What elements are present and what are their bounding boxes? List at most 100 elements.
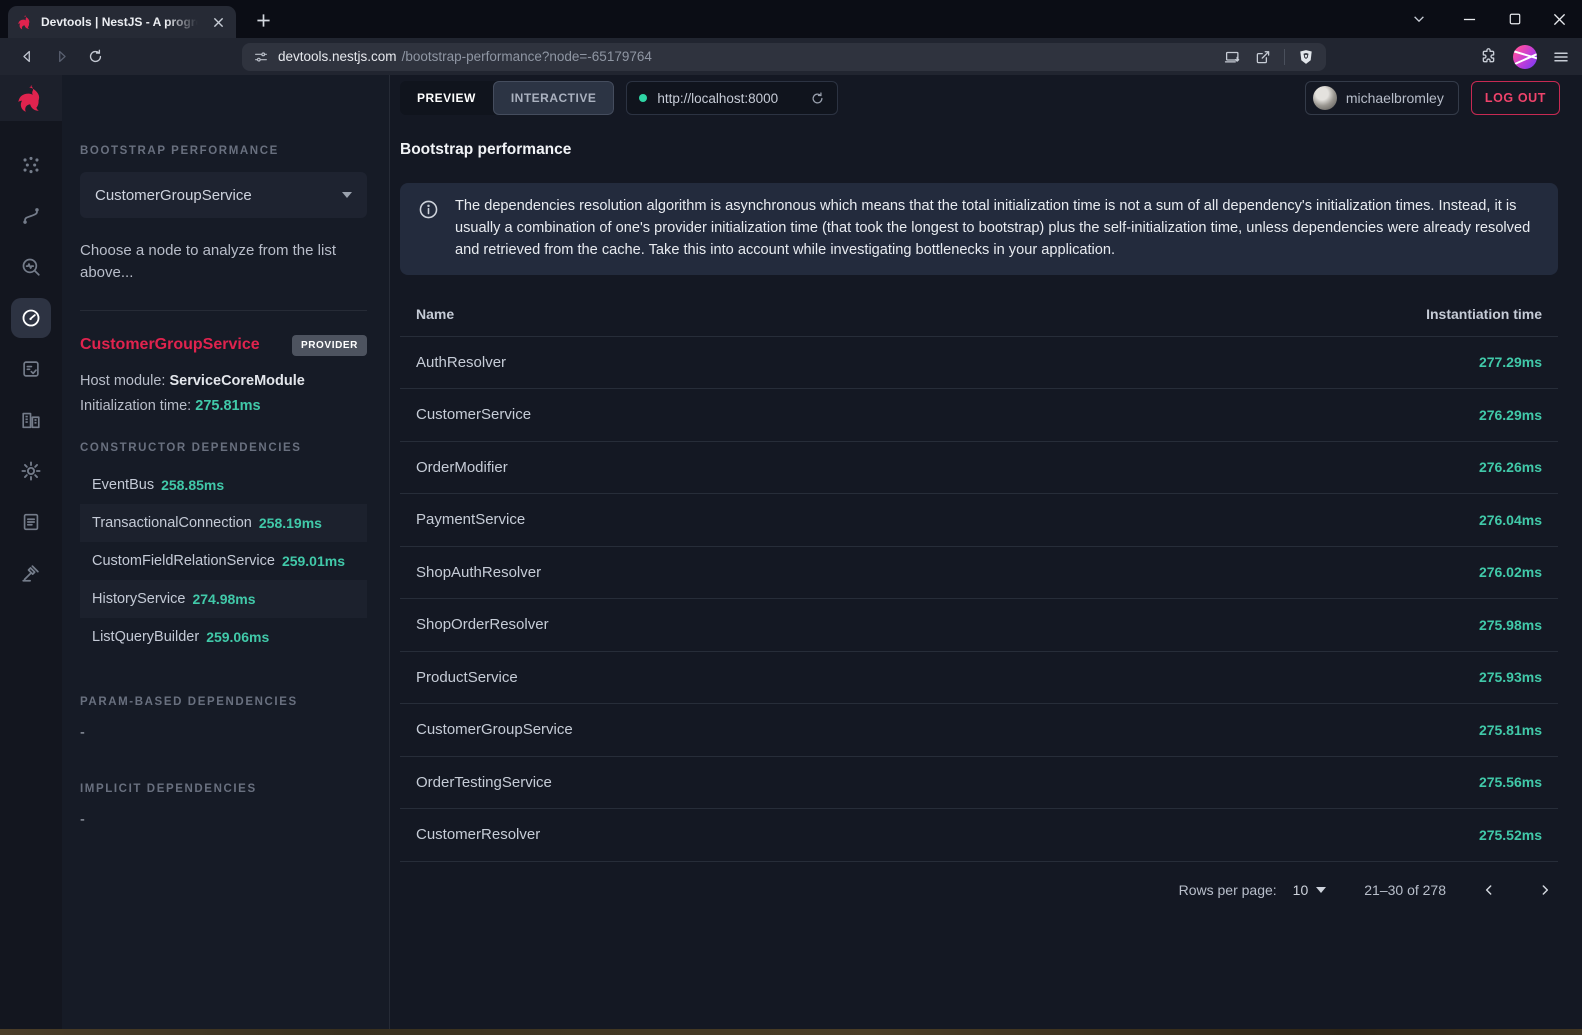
user-menu[interactable]: michaelbromley	[1305, 81, 1459, 115]
row-name: PaymentService	[416, 511, 525, 528]
logout-button[interactable]: LOG OUT	[1471, 81, 1560, 115]
row-time: 276.26ms	[1479, 459, 1542, 475]
browser-toolbar: devtools.nestjs.com/bootstrap-performanc…	[0, 38, 1582, 75]
new-tab-icon[interactable]	[250, 7, 276, 33]
bootstrap-gauge-icon[interactable]	[11, 298, 51, 338]
username: michaelbromley	[1346, 90, 1444, 106]
row-name: CustomerGroupService	[416, 721, 573, 738]
table-row[interactable]: AuthResolver 277.29ms	[400, 337, 1558, 390]
constructor-deps-heading: CONSTRUCTOR DEPENDENCIES	[80, 442, 367, 454]
row-time: 276.29ms	[1479, 407, 1542, 423]
dependency-time: 274.98ms	[192, 591, 255, 607]
table-row[interactable]: ShopAuthResolver 276.02ms	[400, 547, 1558, 600]
panel-divider	[80, 310, 367, 311]
modules-buildings-icon[interactable]	[11, 400, 51, 440]
share-icon[interactable]	[1254, 48, 1272, 66]
address-bar[interactable]: devtools.nestjs.com/bootstrap-performanc…	[242, 43, 1326, 71]
row-time: 275.56ms	[1479, 774, 1542, 790]
reload-icon[interactable]	[80, 42, 110, 72]
forward-icon[interactable]	[46, 42, 76, 72]
table-row[interactable]: OrderTestingService 275.56ms	[400, 757, 1558, 810]
minimize-icon[interactable]	[1447, 0, 1492, 38]
row-name: CustomerResolver	[416, 826, 540, 843]
dependency-item[interactable]: ListQueryBuilder 259.06ms	[80, 618, 367, 656]
insights-search-icon[interactable]	[11, 247, 51, 287]
implicit-deps-heading: IMPLICIT DEPENDENCIES	[80, 783, 367, 795]
dependency-item[interactable]: TransactionalConnection 258.19ms	[80, 504, 367, 542]
node-select[interactable]: CustomerGroupService	[80, 172, 367, 218]
interactive-tab[interactable]: INTERACTIVE	[493, 81, 615, 115]
table-row[interactable]: ShopOrderResolver 275.98ms	[400, 599, 1558, 652]
url-path: /bootstrap-performance?node=-65179764	[402, 49, 652, 64]
brave-shield-icon[interactable]	[1297, 48, 1315, 66]
maximize-icon[interactable]	[1492, 0, 1537, 38]
row-name: CustomerService	[416, 406, 531, 423]
settings-gear-icon[interactable]	[11, 451, 51, 491]
url-domain: devtools.nestjs.com	[278, 49, 397, 64]
rows-per-page-value: 10	[1293, 882, 1309, 898]
bootstrap-panel: BOOTSTRAP PERFORMANCE CustomerGroupServi…	[62, 75, 390, 1029]
table-row[interactable]: ProductService 275.93ms	[400, 652, 1558, 705]
close-icon[interactable]	[1537, 0, 1582, 38]
row-time: 275.98ms	[1479, 617, 1542, 633]
table-row[interactable]: CustomerGroupService 275.81ms	[400, 704, 1558, 757]
docs-file-icon[interactable]	[11, 502, 51, 542]
browser-tab[interactable]: Devtools | NestJS - A progressive	[8, 6, 236, 38]
dependency-item[interactable]: CustomFieldRelationService 259.01ms	[80, 542, 367, 580]
routes-icon[interactable]	[11, 196, 51, 236]
browser-window: Devtools | NestJS - A progressive	[0, 0, 1582, 1035]
profile-avatar[interactable]	[1513, 45, 1537, 69]
target-url-input[interactable]: http://localhost:8000	[626, 81, 838, 115]
previous-page-button[interactable]	[1476, 877, 1502, 903]
param-deps-heading: PARAM-BASED DEPENDENCIES	[80, 696, 367, 708]
implicit-deps-empty: -	[80, 812, 367, 828]
info-box: The dependencies resolution algorithm is…	[400, 183, 1558, 275]
chevron-down-icon	[342, 192, 352, 198]
rows-per-page-select[interactable]: 10	[1293, 882, 1327, 898]
tune-icon[interactable]	[253, 49, 269, 65]
row-name: ProductService	[416, 669, 518, 686]
app-header: PREVIEW INTERACTIVE http://localhost:800…	[390, 75, 1582, 121]
init-time-value: 275.81ms	[195, 398, 260, 414]
extensions-puzzle-icon[interactable]	[1479, 47, 1498, 66]
constructor-dependency-list: EventBus 258.85ms TransactionalConnectio…	[80, 466, 367, 656]
dependency-item[interactable]: EventBus 258.85ms	[80, 466, 367, 504]
gavel-icon[interactable]	[11, 553, 51, 593]
row-time: 275.81ms	[1479, 722, 1542, 738]
dependency-item[interactable]: HistoryService 274.98ms	[80, 580, 367, 618]
provider-badge: PROVIDER	[292, 335, 367, 356]
row-time: 276.04ms	[1479, 512, 1542, 528]
preview-tab[interactable]: PREVIEW	[400, 81, 493, 115]
send-to-device-icon[interactable]	[1224, 48, 1242, 66]
next-page-button[interactable]	[1532, 877, 1558, 903]
table-row[interactable]: OrderModifier 276.26ms	[400, 442, 1558, 495]
panel-heading: BOOTSTRAP PERFORMANCE	[80, 145, 367, 157]
audit-checklist-icon[interactable]	[11, 349, 51, 389]
table-body: AuthResolver 277.29ms CustomerService 27…	[400, 337, 1558, 862]
time-column-header: Instantiation time	[1426, 306, 1542, 322]
devtools-app: BOOTSTRAP PERFORMANCE CustomerGroupServi…	[0, 75, 1582, 1029]
table-row[interactable]: PaymentService 276.04ms	[400, 494, 1558, 547]
chevron-down-icon	[1316, 887, 1326, 893]
dependency-time: 259.06ms	[206, 629, 269, 645]
selected-node-name: CustomerGroupService	[80, 336, 260, 354]
graph-nodes-icon[interactable]	[11, 145, 51, 185]
row-name: OrderModifier	[416, 459, 508, 476]
dependency-time: 259.01ms	[282, 553, 345, 569]
table-row[interactable]: CustomerResolver 275.52ms	[400, 809, 1558, 862]
dependency-name: HistoryService	[92, 591, 185, 607]
mode-toggle: PREVIEW INTERACTIVE	[400, 81, 614, 115]
param-deps-empty: -	[80, 725, 367, 741]
target-reload-icon[interactable]	[810, 91, 825, 106]
back-icon[interactable]	[12, 42, 42, 72]
dependency-time: 258.85ms	[161, 477, 224, 493]
row-name: ShopOrderResolver	[416, 616, 549, 633]
table-row[interactable]: CustomerService 276.29ms	[400, 389, 1558, 442]
user-avatar	[1313, 86, 1337, 110]
table-header: Name Instantiation time	[400, 293, 1558, 337]
tab-close-icon[interactable]	[209, 13, 227, 31]
menu-hamburger-icon[interactable]	[1552, 48, 1570, 66]
row-time: 277.29ms	[1479, 354, 1542, 370]
tab-search-chevron-icon[interactable]	[1399, 0, 1439, 38]
tab-strip: Devtools | NestJS - A progressive	[0, 0, 1582, 38]
